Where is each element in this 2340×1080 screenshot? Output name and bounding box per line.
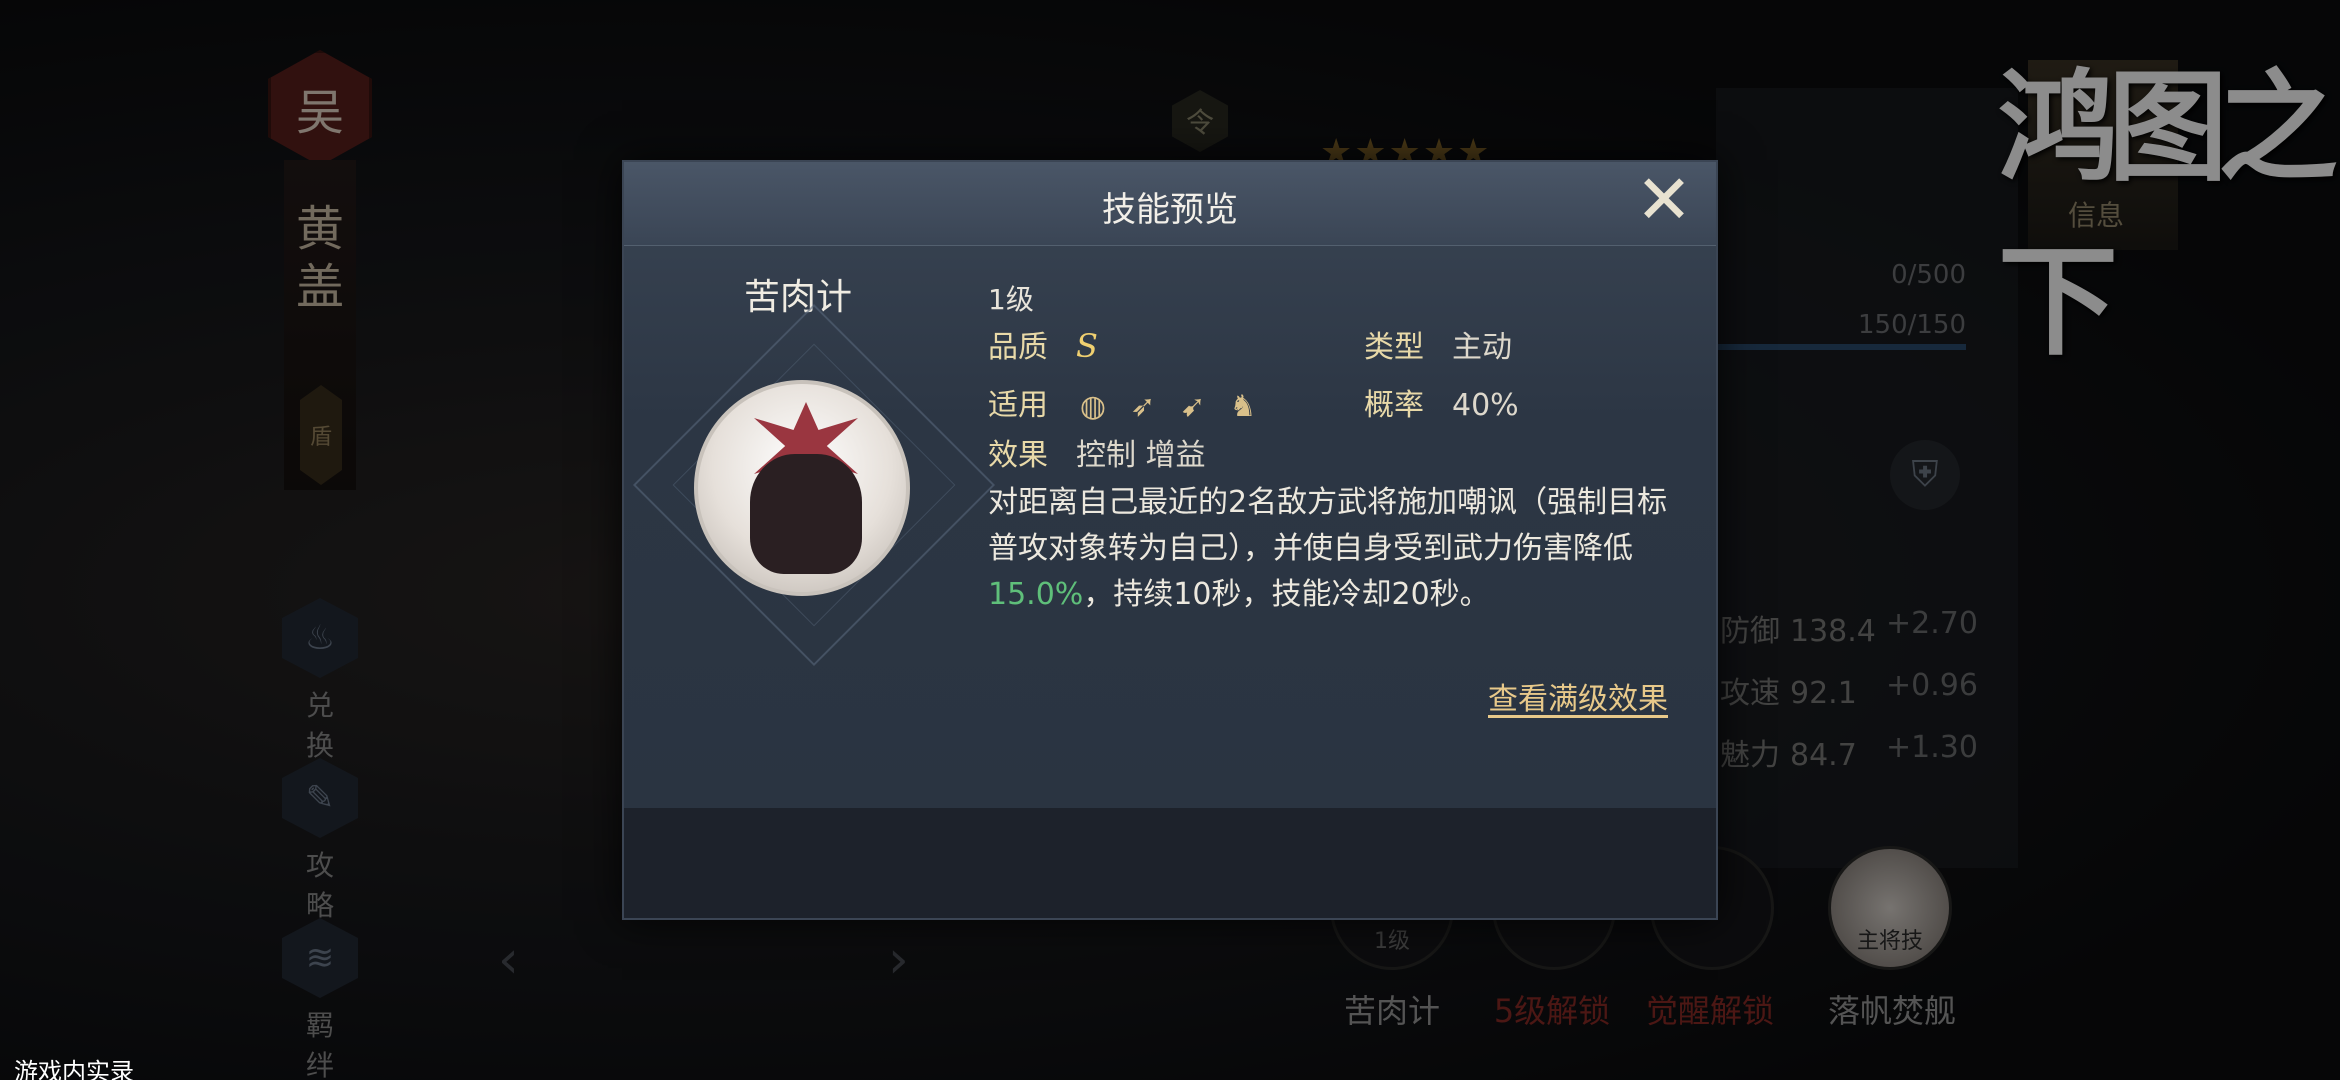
type-label: 类型 <box>1364 330 1424 365</box>
warrior-figure-icon <box>750 454 862 574</box>
skill-portrait-icon <box>694 380 910 596</box>
quality-value: S <box>1076 327 1098 365</box>
apply-row: 适用 ◍ ➶ ➹ ♞ <box>988 380 1276 424</box>
description-text: ，持续10秒，技能冷却20秒。 <box>1083 577 1490 612</box>
effect-value: 控制 增益 <box>1076 438 1206 473</box>
description-text: 对距离自己最近的2名敌方武将施加嘲讽（强制目标普攻对象转为自己），并使自身受到武… <box>988 485 1668 566</box>
chance-label: 概率 <box>1364 388 1424 423</box>
chance-value: 40% <box>1452 388 1519 423</box>
dialog-title: 技能预览 <box>1102 190 1238 230</box>
bow-unit-icon: ➶ <box>1130 388 1156 424</box>
cavalry-unit-icon: ♞ <box>1229 388 1257 424</box>
skill-description: 对距离自己最近的2名敌方武将施加嘲讽（强制目标普攻对象转为自己），并使自身受到武… <box>988 480 1688 618</box>
effect-label: 效果 <box>988 438 1048 473</box>
shield-unit-icon: ◍ <box>1079 388 1107 424</box>
footer-caption: 游戏内实录 <box>14 1058 134 1080</box>
quality-row: 品质 S <box>988 322 1098 366</box>
spear-unit-icon: ➹ <box>1180 388 1206 424</box>
skill-preview-dialog: 技能预览 ✕ 苦肉计 1级 品质 S 类型 主动 适用 ◍ ➶ ➹ ♞ 概率 40% 效果 控制… <box>622 160 1718 920</box>
chance-row: 概率 40% <box>1364 380 1519 424</box>
close-icon[interactable]: ✕ <box>1628 162 1700 240</box>
description-highlight: 15.0% <box>988 577 1084 612</box>
skill-level: 1级 <box>988 283 1034 316</box>
view-max-level-link[interactable]: 查看满级效果 <box>1488 674 1668 718</box>
apply-label: 适用 <box>988 388 1048 423</box>
type-value: 主动 <box>1452 330 1512 365</box>
dialog-header: 技能预览 <box>624 162 1716 246</box>
type-row: 类型 主动 <box>1364 322 1512 366</box>
effect-row: 效果 控制 增益 <box>988 430 1206 474</box>
quality-label: 品质 <box>988 330 1048 365</box>
skill-name: 苦肉计 <box>744 277 853 318</box>
